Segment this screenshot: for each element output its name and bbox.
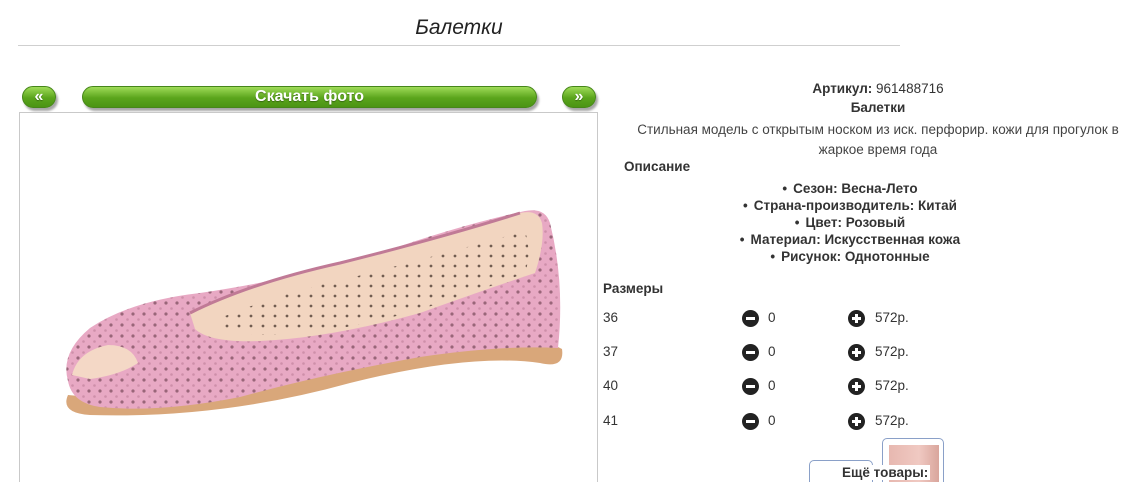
prev-photo-button[interactable]: « <box>22 86 56 108</box>
download-photo-button[interactable]: Скачать фото <box>82 86 537 108</box>
price-value: 572р. <box>875 310 909 325</box>
quantity-value: 0 <box>768 344 776 359</box>
properties-list: Сезон: Весна-Лето Страна-производитель: … <box>600 180 1100 265</box>
product-description: Стильная модель с открытым носком из иск… <box>637 122 1119 157</box>
size-label: 37 <box>603 344 619 359</box>
article-label: Артикул: <box>812 81 873 96</box>
property-item: Материал: Искусственная кожа <box>600 231 1100 248</box>
sizes-heading: Размеры <box>603 281 664 296</box>
plus-circle-icon[interactable] <box>848 344 865 361</box>
plus-circle-icon[interactable] <box>848 378 865 395</box>
property-item: Сезон: Весна-Лето <box>600 180 1100 197</box>
plus-circle-icon[interactable] <box>848 310 865 327</box>
size-row: 41 0 572р. <box>603 413 1023 433</box>
article-line: Артикул: 961488716 <box>600 81 1138 96</box>
size-label: 36 <box>603 310 619 325</box>
size-row: 37 0 572р. <box>603 344 1023 364</box>
ballet-flat-image <box>66 210 563 416</box>
property-item: Цвет: Розовый <box>600 214 1100 231</box>
property-item: Страна-производитель: Китай <box>600 197 1100 214</box>
quantity-value: 0 <box>768 378 776 393</box>
minus-circle-icon[interactable] <box>742 310 759 327</box>
quantity-value: 0 <box>768 413 776 428</box>
price-value: 572р. <box>875 413 909 428</box>
size-row: 40 0 572р. <box>603 378 1023 398</box>
minus-circle-icon[interactable] <box>742 344 759 361</box>
article-value: 961488716 <box>876 81 944 96</box>
next-photo-button[interactable]: » <box>562 86 596 108</box>
size-row: 36 0 572р. <box>603 310 1023 330</box>
property-item: Рисунок: Однотонные <box>600 248 1100 265</box>
page-title: Балетки <box>18 14 900 46</box>
price-value: 572р. <box>875 378 909 393</box>
product-photo <box>19 112 598 482</box>
plus-circle-icon[interactable] <box>848 413 865 430</box>
size-label: 41 <box>603 413 619 428</box>
minus-circle-icon[interactable] <box>742 413 759 430</box>
price-value: 572р. <box>875 344 909 359</box>
more-products-label: Ещё товары: <box>840 465 931 480</box>
description-heading: Описание <box>624 159 691 174</box>
product-name: Балетки <box>850 100 906 115</box>
minus-circle-icon[interactable] <box>742 378 759 395</box>
size-label: 40 <box>603 378 619 393</box>
quantity-value: 0 <box>768 310 776 325</box>
